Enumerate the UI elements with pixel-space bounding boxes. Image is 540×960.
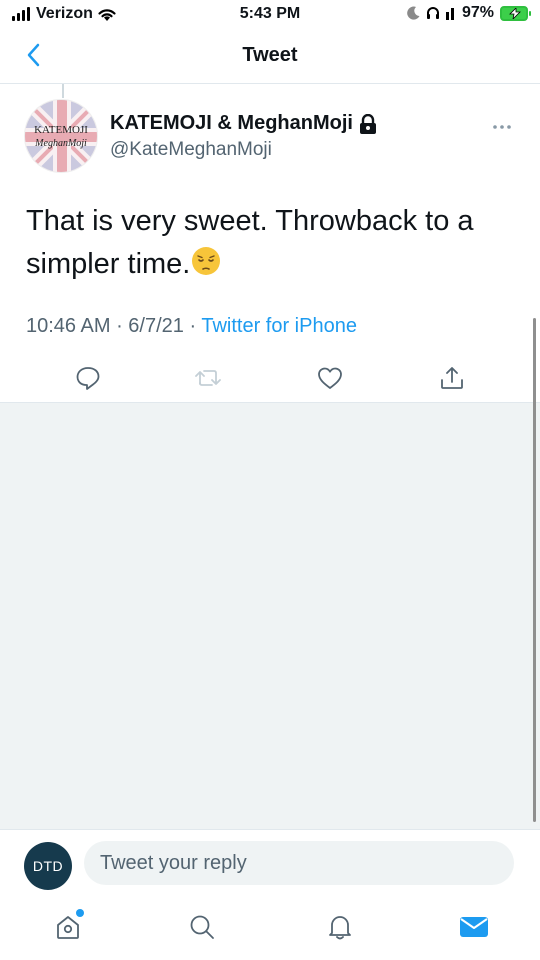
tweet-time: 10:46 AM xyxy=(26,315,111,337)
home-notification-dot xyxy=(76,909,84,917)
reply-input[interactable] xyxy=(84,841,514,885)
like-button[interactable] xyxy=(312,360,348,396)
scrollbar[interactable] xyxy=(533,318,536,822)
tab-notifications[interactable] xyxy=(322,909,358,945)
bell-icon xyxy=(329,916,351,940)
tweet-text: That is very sweet. Throwback to a simpl… xyxy=(26,205,474,280)
reply-button[interactable] xyxy=(70,360,106,396)
tweet-meta: 10:46 AM · 6/7/21 · Twitter for iPhone xyxy=(26,315,357,337)
user-avatar[interactable]: DTD xyxy=(24,842,72,890)
author-avatar[interactable]: KATEMOJI MeghanMoji xyxy=(24,99,98,173)
pensive-face-icon xyxy=(192,247,221,275)
tweet-source-link[interactable]: Twitter for iPhone xyxy=(201,315,357,337)
retweet-icon xyxy=(195,370,221,386)
ellipsis-icon xyxy=(493,125,511,129)
moon-icon xyxy=(407,6,420,20)
author-name-text: KATEMOJI & MeghanMoji xyxy=(110,112,353,134)
headphones-icon xyxy=(426,7,439,19)
reply-icon xyxy=(76,367,100,390)
lock-icon xyxy=(359,113,376,134)
tab-search[interactable] xyxy=(184,909,220,945)
heart-icon xyxy=(318,367,342,389)
retweet-button[interactable] xyxy=(190,360,226,396)
author-name[interactable]: KATEMOJI & MeghanMoji xyxy=(110,112,377,135)
avatar-text-line1: KATEMOJI xyxy=(34,124,88,136)
home-icon xyxy=(57,916,79,939)
thread-connector xyxy=(62,84,64,98)
avatar-text-line2: MeghanMoji xyxy=(35,138,87,149)
tweet-date: 6/7/21 xyxy=(128,315,184,337)
more-options-button[interactable] xyxy=(492,114,512,135)
status-bar: Verizon 5:43 PM 97% xyxy=(0,0,540,30)
share-button[interactable] xyxy=(434,360,470,396)
navigation-header: Tweet xyxy=(0,30,540,84)
search-icon xyxy=(190,915,214,939)
share-icon xyxy=(441,367,463,389)
envelope-icon xyxy=(460,917,488,937)
status-right: 97% xyxy=(407,4,531,22)
tab-messages[interactable] xyxy=(456,909,492,945)
signal-bars-icon xyxy=(445,8,454,20)
tab-home[interactable] xyxy=(50,909,86,945)
battery-percent: 97% xyxy=(461,4,494,21)
union-flag-graphic xyxy=(25,100,97,172)
tweet-actions xyxy=(0,360,540,400)
author-handle[interactable]: @KateMeghanMoji xyxy=(110,139,272,161)
reply-composer: DTD xyxy=(0,829,540,895)
tab-bar xyxy=(0,895,540,960)
replies-area xyxy=(0,403,540,829)
tweet-body: That is very sweet. Throwback to a simpl… xyxy=(26,200,516,286)
battery-icon xyxy=(500,5,531,21)
page-title: Tweet xyxy=(242,44,298,66)
